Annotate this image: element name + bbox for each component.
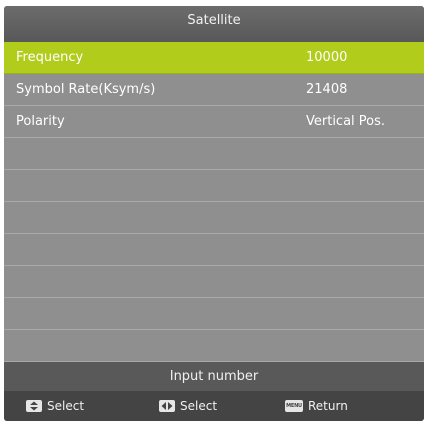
row-value[interactable]: Vertical Pos.	[306, 106, 385, 138]
menu-row-polarity[interactable]: Polarity Vertical Pos.	[4, 106, 424, 138]
menu-row-empty	[4, 234, 424, 266]
left-right-arrow-icon	[159, 400, 175, 412]
menu-row-empty	[4, 298, 424, 330]
up-down-arrow-icon	[26, 400, 42, 412]
menu-title: Satellite	[4, 6, 424, 42]
footer-leftright-select: Select	[159, 391, 217, 421]
menu-row-empty	[4, 330, 424, 362]
row-label: Symbol Rate(Ksym/s)	[16, 82, 156, 97]
row-label: Polarity	[16, 114, 65, 129]
menu-key-icon: MENU	[285, 400, 303, 412]
footer-label: Select	[47, 399, 85, 413]
menu-row-frequency[interactable]: Frequency 10000	[4, 42, 424, 74]
row-value[interactable]: 10000	[306, 42, 347, 74]
menu-row-empty	[4, 138, 424, 170]
satellite-menu-panel: Satellite Frequency 10000 Symbol Rate(Ks…	[4, 6, 424, 421]
footer-key-guide: Select Select MENU Return	[4, 391, 424, 421]
menu-row-empty	[4, 266, 424, 298]
footer-menu-return: MENU Return	[285, 391, 348, 421]
menu-row-symbol-rate[interactable]: Symbol Rate(Ksym/s) 21408	[4, 74, 424, 106]
row-label: Frequency	[16, 50, 84, 65]
menu-row-empty	[4, 202, 424, 234]
row-value[interactable]: 21408	[306, 74, 347, 106]
footer-label: Select	[180, 399, 218, 413]
footer-label: Return	[308, 399, 348, 413]
footer-updown-select: Select	[26, 391, 84, 421]
menu-rows: Frequency 10000 Symbol Rate(Ksym/s) 2140…	[4, 42, 424, 362]
hint-text: Input number	[4, 362, 424, 391]
menu-row-empty	[4, 170, 424, 202]
